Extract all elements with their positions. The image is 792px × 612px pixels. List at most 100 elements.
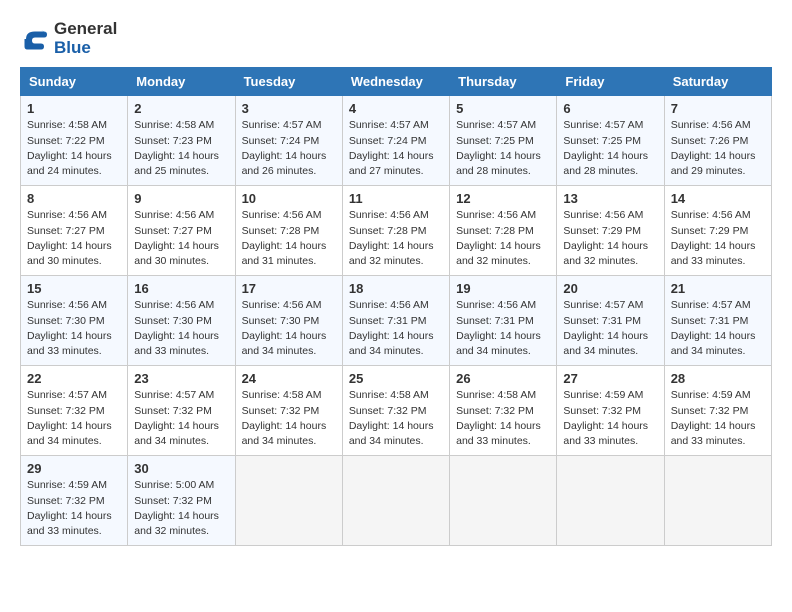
- day-number: 14: [671, 191, 765, 206]
- day-number: 27: [563, 371, 657, 386]
- day-number: 29: [27, 461, 121, 476]
- calendar-week-1: 1 Sunrise: 4:58 AMSunset: 7:22 PMDaylight…: [21, 96, 772, 186]
- day-number: 12: [456, 191, 550, 206]
- calendar-week-5: 29 Sunrise: 4:59 AMSunset: 7:32 PMDayligh…: [21, 456, 772, 546]
- day-info: Sunrise: 4:56 AMSunset: 7:26 PMDaylight:…: [671, 118, 765, 179]
- calendar-cell: [557, 456, 664, 546]
- day-info: Sunrise: 4:57 AMSunset: 7:31 PMDaylight:…: [671, 298, 765, 359]
- calendar-header-wednesday: Wednesday: [342, 68, 449, 96]
- day-info: Sunrise: 4:58 AMSunset: 7:32 PMDaylight:…: [242, 388, 336, 449]
- day-number: 3: [242, 101, 336, 116]
- day-number: 5: [456, 101, 550, 116]
- logo-icon: [20, 24, 50, 54]
- calendar-header: SundayMondayTuesdayWednesdayThursdayFrid…: [21, 68, 772, 96]
- day-number: 11: [349, 191, 443, 206]
- day-info: Sunrise: 4:56 AMSunset: 7:30 PMDaylight:…: [134, 298, 228, 359]
- day-info: Sunrise: 4:56 AMSunset: 7:29 PMDaylight:…: [563, 208, 657, 269]
- calendar-cell: 7 Sunrise: 4:56 AMSunset: 7:26 PMDaylight…: [664, 96, 771, 186]
- day-info: Sunrise: 4:58 AMSunset: 7:32 PMDaylight:…: [456, 388, 550, 449]
- calendar-cell: 13 Sunrise: 4:56 AMSunset: 7:29 PMDayligh…: [557, 186, 664, 276]
- calendar-cell: 19Sunrise: 4:56 AMSunset: 7:31 PMDayligh…: [450, 276, 557, 366]
- day-number: 20: [563, 281, 657, 296]
- logo-text-blue: Blue: [54, 39, 117, 58]
- day-info: Sunrise: 4:56 AMSunset: 7:31 PMDaylight:…: [349, 298, 443, 359]
- calendar-header-sunday: Sunday: [21, 68, 128, 96]
- calendar-header-saturday: Saturday: [664, 68, 771, 96]
- day-number: 15: [27, 281, 121, 296]
- day-info: Sunrise: 4:57 AMSunset: 7:24 PMDaylight:…: [242, 118, 336, 179]
- calendar-cell: 25Sunrise: 4:58 AMSunset: 7:32 PMDayligh…: [342, 366, 449, 456]
- day-number: 6: [563, 101, 657, 116]
- calendar-cell: 6Sunrise: 4:57 AMSunset: 7:25 PMDaylight…: [557, 96, 664, 186]
- calendar-body: 1 Sunrise: 4:58 AMSunset: 7:22 PMDaylight…: [21, 96, 772, 546]
- day-number: 4: [349, 101, 443, 116]
- day-number: 1: [27, 101, 121, 116]
- calendar-cell: 11 Sunrise: 4:56 AMSunset: 7:28 PMDayligh…: [342, 186, 449, 276]
- day-number: 21: [671, 281, 765, 296]
- calendar-cell: 12 Sunrise: 4:56 AMSunset: 7:28 PMDayligh…: [450, 186, 557, 276]
- calendar-cell: 4 Sunrise: 4:57 AMSunset: 7:24 PMDaylight…: [342, 96, 449, 186]
- day-number: 9: [134, 191, 228, 206]
- day-info: Sunrise: 4:59 AMSunset: 7:32 PMDaylight:…: [671, 388, 765, 449]
- day-number: 23: [134, 371, 228, 386]
- calendar-week-3: 15 Sunrise: 4:56 AMSunset: 7:30 PMDayligh…: [21, 276, 772, 366]
- day-info: Sunrise: 4:57 AMSunset: 7:25 PMDaylight:…: [456, 118, 550, 179]
- day-number: 7: [671, 101, 765, 116]
- day-info: Sunrise: 5:00 AMSunset: 7:32 PMDaylight:…: [134, 478, 228, 539]
- day-info: Sunrise: 4:58 AMSunset: 7:23 PMDaylight:…: [134, 118, 228, 179]
- logo-text-general: General: [54, 20, 117, 39]
- calendar-cell: 15 Sunrise: 4:56 AMSunset: 7:30 PMDayligh…: [21, 276, 128, 366]
- day-info: Sunrise: 4:56 AMSunset: 7:30 PMDaylight:…: [27, 298, 121, 359]
- calendar-cell: 26 Sunrise: 4:58 AMSunset: 7:32 PMDayligh…: [450, 366, 557, 456]
- calendar-header-friday: Friday: [557, 68, 664, 96]
- day-number: 24: [242, 371, 336, 386]
- calendar-header-thursday: Thursday: [450, 68, 557, 96]
- day-info: Sunrise: 4:56 AMSunset: 7:30 PMDaylight:…: [242, 298, 336, 359]
- calendar-cell: 10 Sunrise: 4:56 AMSunset: 7:28 PMDayligh…: [235, 186, 342, 276]
- calendar-cell: [342, 456, 449, 546]
- day-number: 18: [349, 281, 443, 296]
- calendar-cell: 27Sunrise: 4:59 AMSunset: 7:32 PMDayligh…: [557, 366, 664, 456]
- calendar-week-2: 8Sunrise: 4:56 AMSunset: 7:27 PMDaylight…: [21, 186, 772, 276]
- calendar-cell: 5 Sunrise: 4:57 AMSunset: 7:25 PMDaylight…: [450, 96, 557, 186]
- day-number: 28: [671, 371, 765, 386]
- day-info: Sunrise: 4:56 AMSunset: 7:29 PMDaylight:…: [671, 208, 765, 269]
- calendar-cell: [235, 456, 342, 546]
- day-info: Sunrise: 4:56 AMSunset: 7:31 PMDaylight:…: [456, 298, 550, 359]
- day-number: 26: [456, 371, 550, 386]
- calendar-cell: 23 Sunrise: 4:57 AMSunset: 7:32 PMDayligh…: [128, 366, 235, 456]
- day-info: Sunrise: 4:56 AMSunset: 7:28 PMDaylight:…: [242, 208, 336, 269]
- day-info: Sunrise: 4:57 AMSunset: 7:24 PMDaylight:…: [349, 118, 443, 179]
- calendar-cell: 22Sunrise: 4:57 AMSunset: 7:32 PMDayligh…: [21, 366, 128, 456]
- calendar-cell: 18 Sunrise: 4:56 AMSunset: 7:31 PMDayligh…: [342, 276, 449, 366]
- calendar-cell: 9 Sunrise: 4:56 AMSunset: 7:27 PMDaylight…: [128, 186, 235, 276]
- day-number: 16: [134, 281, 228, 296]
- calendar-header-monday: Monday: [128, 68, 235, 96]
- day-number: 13: [563, 191, 657, 206]
- day-number: 17: [242, 281, 336, 296]
- calendar-cell: 1 Sunrise: 4:58 AMSunset: 7:22 PMDaylight…: [21, 96, 128, 186]
- calendar-cell: [664, 456, 771, 546]
- calendar-cell: 17 Sunrise: 4:56 AMSunset: 7:30 PMDayligh…: [235, 276, 342, 366]
- calendar-cell: 30 Sunrise: 5:00 AMSunset: 7:32 PMDayligh…: [128, 456, 235, 546]
- header: General Blue: [20, 20, 772, 57]
- day-info: Sunrise: 4:56 AMSunset: 7:28 PMDaylight:…: [349, 208, 443, 269]
- calendar-cell: 21 Sunrise: 4:57 AMSunset: 7:31 PMDayligh…: [664, 276, 771, 366]
- day-number: 25: [349, 371, 443, 386]
- calendar-cell: 16 Sunrise: 4:56 AMSunset: 7:30 PMDayligh…: [128, 276, 235, 366]
- calendar-week-4: 22Sunrise: 4:57 AMSunset: 7:32 PMDayligh…: [21, 366, 772, 456]
- calendar-cell: [450, 456, 557, 546]
- day-number: 2: [134, 101, 228, 116]
- day-number: 30: [134, 461, 228, 476]
- day-info: Sunrise: 4:57 AMSunset: 7:32 PMDaylight:…: [134, 388, 228, 449]
- calendar-cell: 29 Sunrise: 4:59 AMSunset: 7:32 PMDayligh…: [21, 456, 128, 546]
- logo: General Blue: [20, 20, 117, 57]
- day-info: Sunrise: 4:56 AMSunset: 7:28 PMDaylight:…: [456, 208, 550, 269]
- day-info: Sunrise: 4:56 AMSunset: 7:27 PMDaylight:…: [134, 208, 228, 269]
- day-info: Sunrise: 4:58 AMSunset: 7:22 PMDaylight:…: [27, 118, 121, 179]
- calendar-cell: 3 Sunrise: 4:57 AMSunset: 7:24 PMDaylight…: [235, 96, 342, 186]
- calendar-cell: 14 Sunrise: 4:56 AMSunset: 7:29 PMDayligh…: [664, 186, 771, 276]
- calendar-cell: 8Sunrise: 4:56 AMSunset: 7:27 PMDaylight…: [21, 186, 128, 276]
- day-number: 10: [242, 191, 336, 206]
- day-info: Sunrise: 4:59 AMSunset: 7:32 PMDaylight:…: [27, 478, 121, 539]
